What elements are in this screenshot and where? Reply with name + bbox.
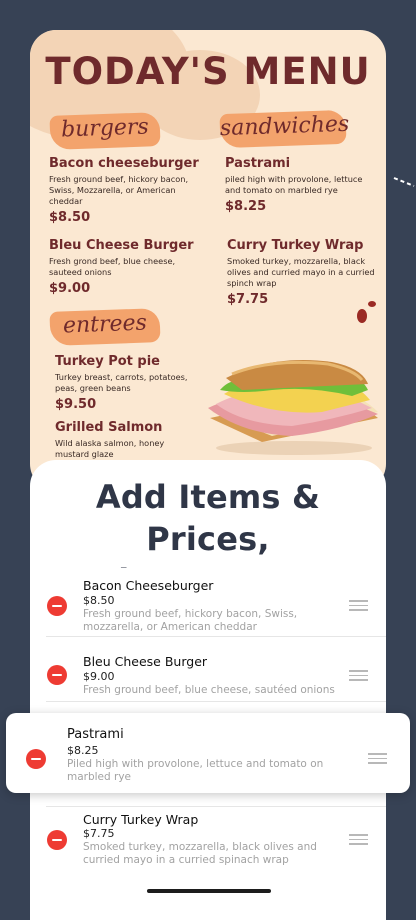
divider [46,636,386,637]
item-name: Pastrami [67,727,124,742]
dragging-list-item[interactable]: Pastrami $8.25 Piled high with provolone… [6,713,410,793]
delete-icon[interactable] [47,665,67,685]
menu-item-name: Turkey Pot pie [55,354,160,369]
menu-item-desc: Fresh grond beef, blue cheese, sauteed o… [49,256,176,277]
bean-decoration [357,301,376,323]
category-burgers: burgers [49,112,161,150]
item-name: Curry Turkey Wrap [83,812,199,827]
drag-handle-icon[interactable] [368,753,387,764]
menu-title: TODAY'S MENU [45,50,371,93]
list-item[interactable]: Curry Turkey Wrap $7.75 Smoked turkey, m… [30,808,386,878]
menu-item-name: Grilled Salmon [55,420,163,435]
menu-item: Bacon cheeseburger Fresh ground beef, hi… [49,156,199,225]
item-name: Bleu Cheese Burger [83,654,208,669]
divider [46,701,386,702]
item-price: $8.25 [67,744,99,757]
drag-handle-icon[interactable] [349,600,368,611]
menu-item-desc: Fresh ground beef, hickory bacon, Swiss,… [49,174,189,206]
category-entrees: entrees [49,308,161,346]
list-item[interactable]: Bacon Cheeseburger $8.50 Fresh ground be… [30,568,386,638]
item-description: Piled high with provolone, lettuce and t… [67,758,324,783]
menu-item-name: Bleu Cheese Burger [49,238,194,253]
list-item[interactable]: Bleu Cheese Burger $9.00 Fresh ground be… [30,644,386,704]
drag-handle-icon[interactable] [349,670,368,681]
item-description: Smoked turkey, mozzarella, black olives … [83,841,317,866]
menu-item: Grilled Salmon Wild alaska salmon, honey… [55,420,190,460]
divider [46,806,386,807]
menu-item: Curry Turkey Wrap Smoked turkey, mozzare… [227,238,382,307]
menu-item: Bleu Cheese Burger Fresh grond beef, blu… [49,238,199,296]
delete-icon[interactable] [47,830,67,850]
editor-sheet: Add Items & Prices, Style your menu Baco… [30,460,386,920]
item-description: Fresh ground beef, hickory bacon, Swiss,… [83,608,298,633]
dashed-line-decoration [393,177,415,187]
category-sandwiches: sandwiches [219,109,350,149]
menu-item-desc: Smoked turkey, mozzarella, black olives … [227,256,375,288]
item-name: Bacon Cheeseburger [83,578,214,593]
menu-item-desc: Turkey breast, carrots, potatoes, peas, … [55,372,188,393]
menu-item-desc: Wild alaska salmon, honey mustard glaze [55,438,165,459]
item-price: $9.00 [83,670,115,683]
menu-item-desc: piled high with provolone, lettuce and t… [225,174,363,195]
menu-preview-card: TODAY'S MENU burgers sandwiches entrees … [30,30,386,490]
item-description: Fresh ground beef, blue cheese, sautéed … [83,684,335,696]
menu-item-price: $9.00 [49,281,91,296]
sandwich-image [208,360,378,455]
item-price: $7.75 [83,827,115,840]
item-price: $8.50 [83,594,115,607]
promo-line-1: Add Items & Prices, [95,478,321,558]
delete-icon[interactable] [47,596,67,616]
delete-icon[interactable] [26,749,46,769]
menu-item-price: $8.25 [225,199,267,214]
menu-item-name: Curry Turkey Wrap [227,238,364,253]
menu-item: Pastrami piled high with provolone, lett… [225,156,375,214]
menu-item-name: Bacon cheeseburger [49,156,199,171]
menu-item-name: Pastrami [225,156,291,171]
drag-handle-icon[interactable] [349,834,368,845]
menu-item-price: $9.50 [55,397,97,412]
menu-item-price: $8.50 [49,210,91,225]
home-indicator [147,889,271,893]
menu-item: Turkey Pot pie Turkey breast, carrots, p… [55,354,190,412]
